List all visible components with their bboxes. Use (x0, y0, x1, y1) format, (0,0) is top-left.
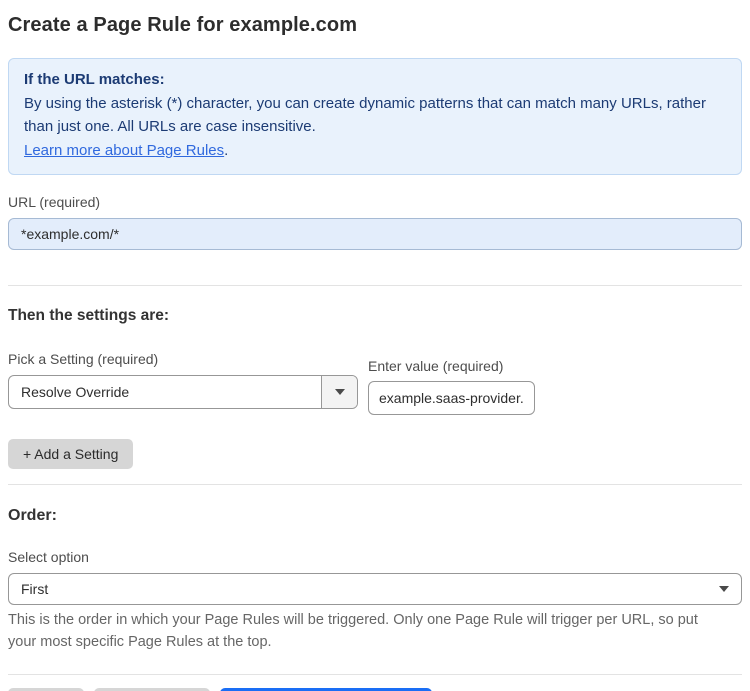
settings-section-heading: Then the settings are: (8, 307, 170, 324)
order-select-value: First (21, 581, 49, 597)
link-suffix: . (224, 141, 229, 159)
setting-value-input[interactable] (368, 381, 535, 415)
create-page-rule-panel: Create a Page Rule for example.com If th… (0, 0, 750, 691)
page-title: Create a Page Rule for example.com (8, 14, 358, 36)
chevron-down-icon (334, 389, 345, 395)
order-section-heading: Order: (8, 507, 57, 524)
info-box-link-line: Learn more about Page Rules. (24, 139, 726, 163)
setting-select-arrow-button[interactable] (321, 376, 357, 408)
settings-row: Pick a Setting (required) Resolve Overri… (8, 351, 742, 415)
setting-select-value: Resolve Override (21, 384, 130, 400)
setting-select[interactable]: Resolve Override (8, 375, 358, 409)
order-select-label: Select option (8, 549, 89, 565)
setting-select-label: Pick a Setting (required) (8, 351, 159, 367)
url-input[interactable] (8, 218, 742, 250)
order-select-arrow (719, 574, 729, 604)
section-divider (8, 285, 742, 286)
info-box-heading: If the URL matches: (24, 71, 165, 88)
info-box-body: By using the asterisk (*) character, you… (24, 94, 706, 136)
url-match-info-box: If the URL matches: By using the asteris… (8, 58, 742, 175)
learn-more-link[interactable]: Learn more about Page Rules (24, 142, 224, 159)
footer-divider (8, 674, 742, 675)
section-divider (8, 484, 742, 485)
value-field-group: Enter value (required) (368, 351, 535, 415)
order-select[interactable]: First (8, 573, 742, 605)
url-field-label: URL (required) (8, 194, 101, 210)
add-setting-button[interactable]: + Add a Setting (8, 439, 134, 469)
chevron-down-icon (719, 586, 729, 592)
order-help-text: This is the order in which your Page Rul… (8, 612, 698, 650)
setting-select-group: Pick a Setting (required) Resolve Overri… (8, 351, 358, 409)
value-field-label: Enter value (required) (368, 358, 504, 374)
